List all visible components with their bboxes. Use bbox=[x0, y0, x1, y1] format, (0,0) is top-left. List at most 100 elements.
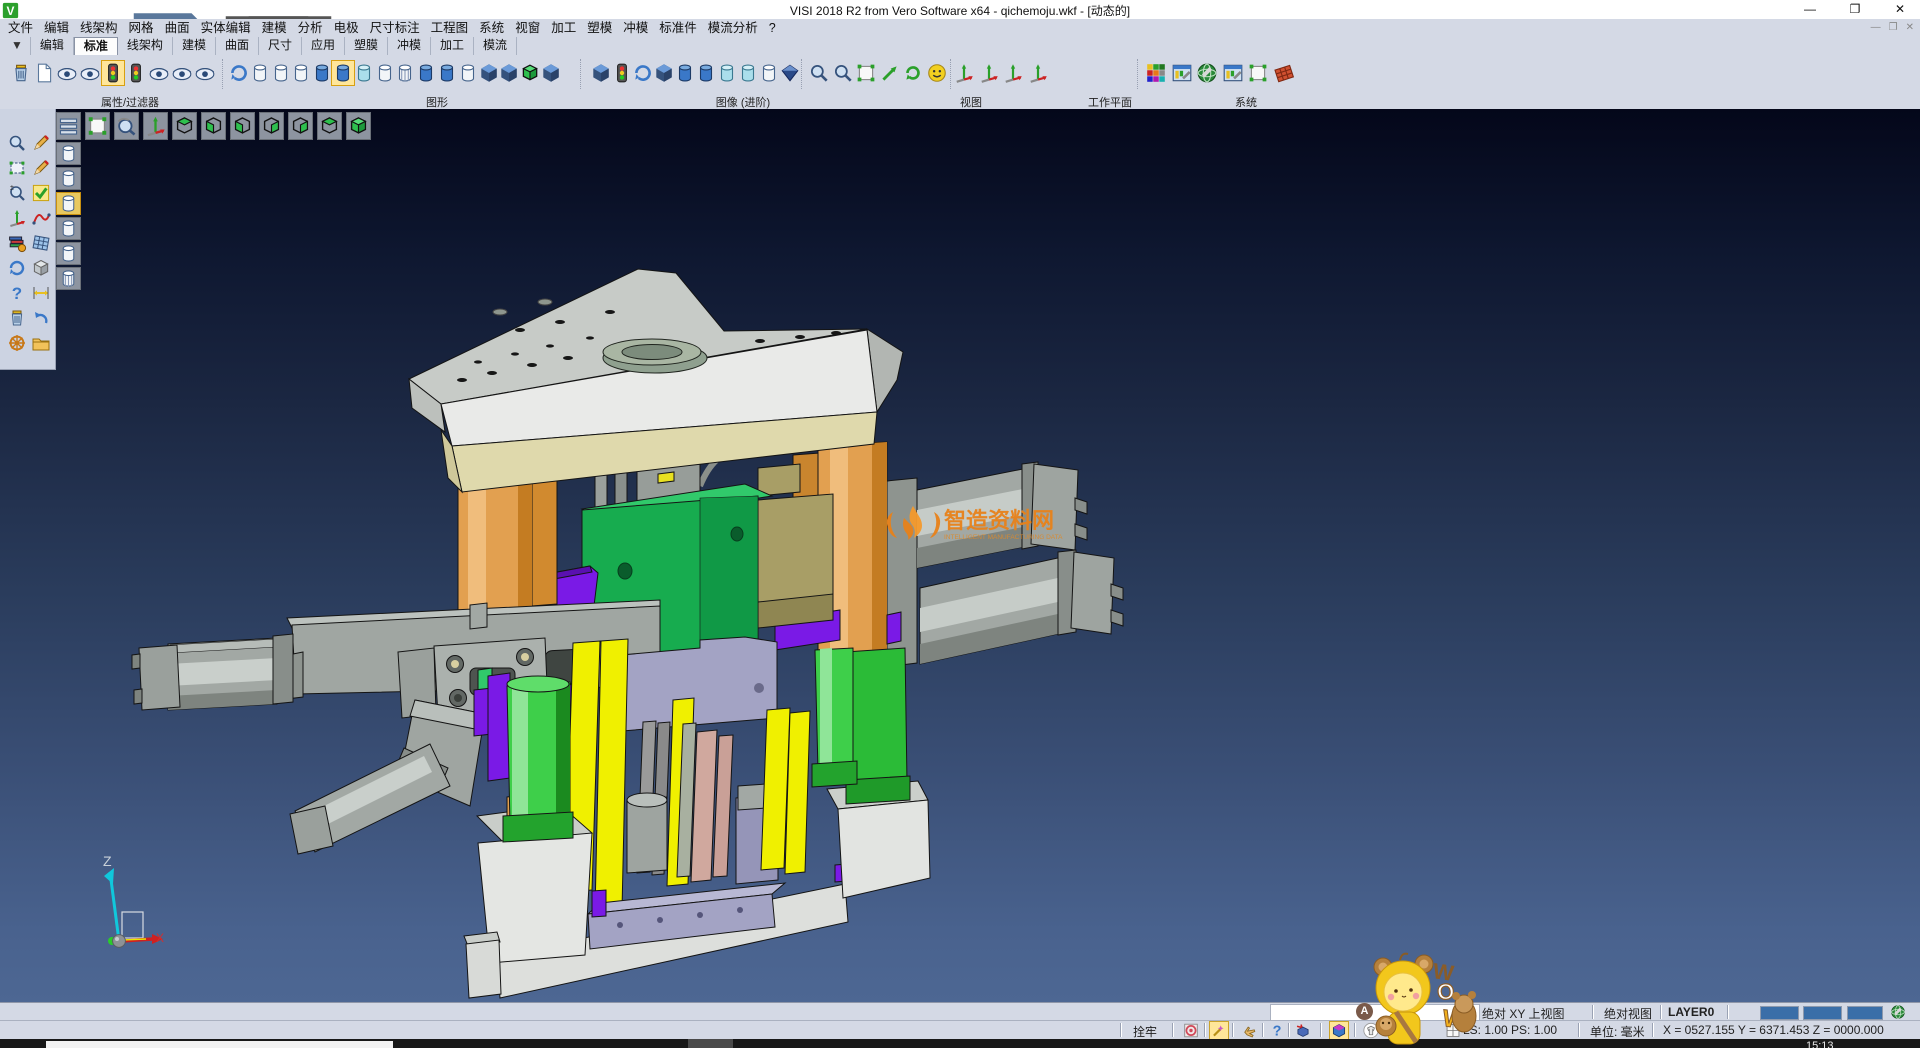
tab-加工[interactable]: 加工 bbox=[431, 37, 474, 55]
zoom-plus-icon[interactable] bbox=[808, 61, 830, 85]
shaded-cylinder-icon[interactable] bbox=[674, 61, 696, 85]
mdi-minimize-icon[interactable]: — bbox=[1871, 22, 1881, 33]
measure-distance-icon[interactable] bbox=[31, 283, 51, 303]
cylinder-hatched-icon[interactable] bbox=[394, 61, 416, 85]
cylinder-4-icon[interactable] bbox=[56, 217, 81, 240]
render-2-icon[interactable] bbox=[498, 61, 520, 85]
panel-tools-icon[interactable] bbox=[1222, 61, 1244, 85]
cylinder-solid-selected-icon[interactable] bbox=[332, 61, 354, 85]
workplane-axes-2-icon[interactable] bbox=[978, 61, 1000, 85]
copy-cylinder-icon[interactable] bbox=[737, 61, 759, 85]
attribute-brush-icon[interactable] bbox=[10, 61, 32, 85]
taskbar-item-2[interactable] bbox=[688, 1039, 733, 1048]
eye-add-icon[interactable] bbox=[171, 61, 193, 85]
units-label[interactable]: 单位: 毫米 bbox=[1590, 1023, 1645, 1040]
cylinder-group-icon[interactable] bbox=[415, 61, 437, 85]
filter-traffic-light-icon[interactable] bbox=[102, 61, 124, 85]
menu-建模[interactable]: 建模 bbox=[262, 19, 287, 37]
globe-tools-icon[interactable] bbox=[1196, 61, 1218, 85]
help-blue-icon[interactable] bbox=[1268, 1022, 1286, 1039]
coordinate-axes-icon[interactable] bbox=[7, 208, 27, 228]
menu-塑模[interactable]: 塑模 bbox=[587, 19, 612, 37]
eye-remove-icon[interactable] bbox=[194, 61, 216, 85]
menu-标准件[interactable]: 标准件 bbox=[659, 19, 697, 37]
axes-origin-icon[interactable] bbox=[143, 112, 168, 140]
mdi-window-controls[interactable]: — ❐ ✕ bbox=[1871, 22, 1914, 33]
workplane-axes-1-icon[interactable] bbox=[953, 61, 975, 85]
tab-建模[interactable]: 建模 bbox=[173, 37, 216, 55]
cylinder-5-icon[interactable] bbox=[56, 242, 81, 265]
solid-traffic-icon[interactable] bbox=[611, 61, 633, 85]
mdi-restore-icon[interactable]: ❐ bbox=[1889, 22, 1898, 33]
menu-文件[interactable]: 文件 bbox=[8, 19, 33, 37]
cube-top-icon[interactable] bbox=[172, 112, 197, 140]
tab-编辑[interactable]: 编辑 bbox=[31, 37, 74, 55]
render-1-icon[interactable] bbox=[478, 61, 500, 85]
cylinder-wire-2-icon[interactable] bbox=[270, 61, 292, 85]
menu-线架构[interactable]: 线架构 bbox=[80, 19, 118, 37]
grid-select-icon[interactable] bbox=[1247, 61, 1269, 85]
refresh-rotate-icon[interactable] bbox=[7, 258, 27, 278]
menu-尺寸标注[interactable]: 尺寸标注 bbox=[370, 19, 420, 37]
mdi-close-icon[interactable]: ✕ bbox=[1906, 22, 1914, 33]
frame-corners-icon[interactable] bbox=[85, 112, 110, 140]
menu-编辑[interactable]: 编辑 bbox=[44, 19, 69, 37]
solid-refresh-icon[interactable] bbox=[632, 61, 654, 85]
hand-pick-icon[interactable] bbox=[1240, 1022, 1258, 1039]
cube-left-icon[interactable] bbox=[230, 112, 255, 140]
shaded-stripe-cylinder-icon[interactable] bbox=[695, 61, 717, 85]
render-4-icon[interactable] bbox=[540, 61, 562, 85]
cube-shaded-icon[interactable] bbox=[31, 258, 51, 278]
diamond-view-icon[interactable] bbox=[779, 61, 801, 85]
cube-front-icon[interactable] bbox=[288, 112, 313, 140]
image-settings-icon[interactable] bbox=[1171, 61, 1193, 85]
cylinder-transparent-icon[interactable] bbox=[353, 61, 375, 85]
zoom-scale-icon[interactable] bbox=[7, 183, 27, 203]
menu-电极[interactable]: 电极 bbox=[334, 19, 359, 37]
menu-工程图[interactable]: 工程图 bbox=[431, 19, 469, 37]
tab-标准[interactable]: 标准 bbox=[74, 37, 118, 55]
cube-iso-icon[interactable] bbox=[346, 112, 371, 140]
taskbar-item[interactable] bbox=[46, 1041, 393, 1048]
workplane-axes-4-icon[interactable] bbox=[1027, 61, 1049, 85]
eye-plus-minus-icon[interactable] bbox=[148, 61, 170, 85]
menu-模流分析[interactable]: 模流分析 bbox=[708, 19, 758, 37]
filter-traffic-refresh-icon[interactable] bbox=[125, 61, 147, 85]
check-cylinder-icon[interactable] bbox=[716, 61, 738, 85]
frame-fit-icon[interactable] bbox=[855, 61, 877, 85]
grid-sheet-icon[interactable] bbox=[31, 233, 51, 253]
magic-wand-icon[interactable] bbox=[1210, 1022, 1228, 1039]
render-3-icon[interactable] bbox=[519, 61, 541, 85]
cube-bottom-icon[interactable] bbox=[201, 112, 226, 140]
cylinder-wire-1-icon[interactable] bbox=[249, 61, 271, 85]
cylinder-solid-icon[interactable] bbox=[311, 61, 333, 85]
cylinder-copy-icon[interactable] bbox=[436, 61, 458, 85]
tab-线架构[interactable]: 线架构 bbox=[118, 37, 173, 55]
cube-back-icon[interactable] bbox=[317, 112, 342, 140]
cylinder-2-icon[interactable] bbox=[56, 167, 81, 190]
tab-冲模[interactable]: 冲模 bbox=[388, 37, 431, 55]
smiley-view-icon[interactable] bbox=[926, 61, 948, 85]
viewport-3d[interactable]: Z X 智造资料网 INTELLIGENT MANUFACTURING DATA bbox=[0, 109, 1920, 1002]
solid-add-icon[interactable] bbox=[590, 61, 612, 85]
tab-模流[interactable]: 模流 bbox=[474, 37, 517, 55]
delete-trash-icon[interactable] bbox=[7, 308, 27, 328]
cylinder-3-selected-icon[interactable] bbox=[56, 192, 81, 215]
menu-冲模[interactable]: 冲模 bbox=[623, 19, 648, 37]
menu-曲面[interactable]: 曲面 bbox=[165, 19, 190, 37]
solid-plus-minus-icon[interactable] bbox=[653, 61, 675, 85]
menu-系统[interactable]: 系统 bbox=[479, 19, 504, 37]
confirm-check-icon[interactable] bbox=[31, 183, 51, 203]
zoom-view-icon[interactable] bbox=[7, 133, 27, 153]
attribute-page-icon[interactable] bbox=[33, 61, 55, 85]
red-grid-icon[interactable] bbox=[1273, 61, 1295, 85]
menu-lines-icon[interactable] bbox=[56, 112, 81, 140]
cylinder-striped-icon[interactable] bbox=[56, 267, 81, 290]
open-folder-icon[interactable] bbox=[31, 333, 51, 353]
zoom-fly-icon[interactable] bbox=[114, 112, 139, 140]
menu-?[interactable]: ? bbox=[769, 19, 776, 37]
tab-dropdown[interactable]: ▼ bbox=[4, 37, 31, 55]
wire-cylinder-icon[interactable] bbox=[758, 61, 780, 85]
cylinder-white-icon[interactable] bbox=[374, 61, 396, 85]
restore-button[interactable]: ❐ bbox=[1840, 2, 1870, 16]
